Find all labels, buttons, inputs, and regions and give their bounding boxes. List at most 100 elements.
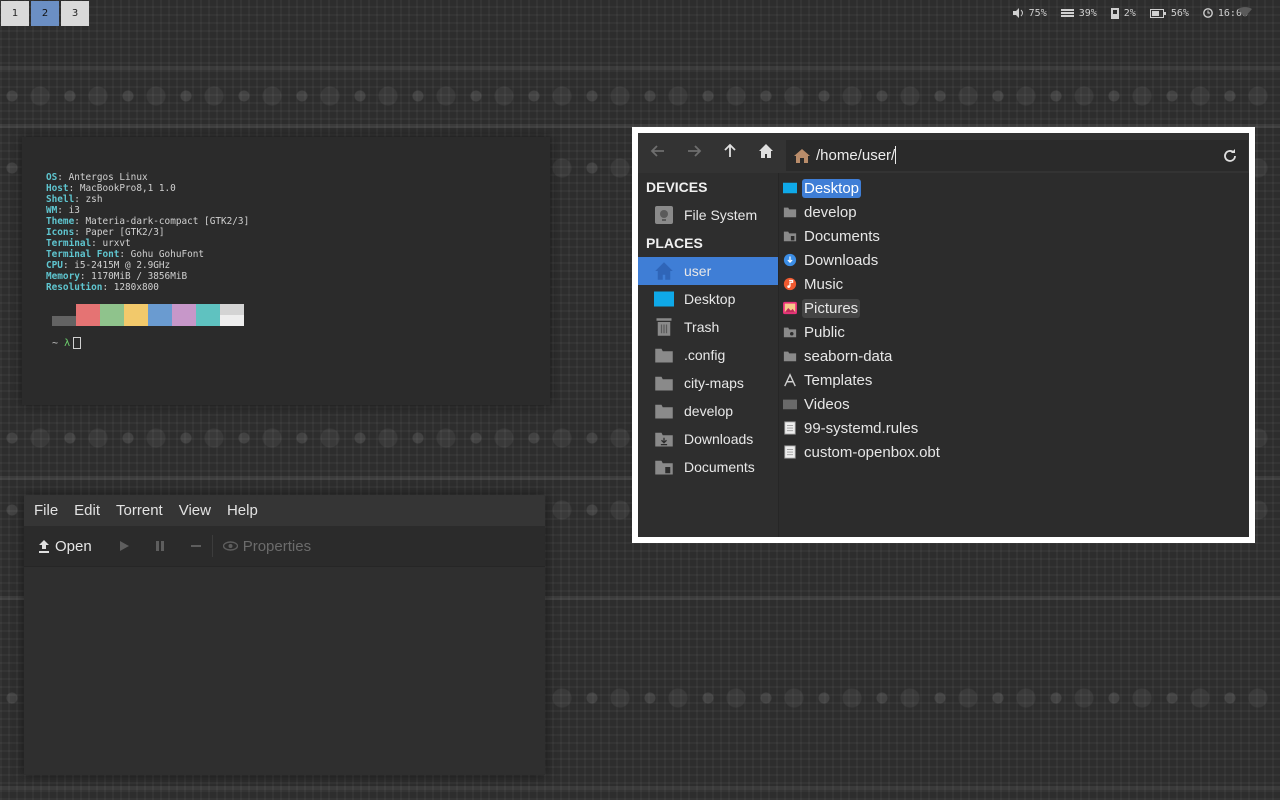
file-item[interactable]: seaborn-data [783,345,894,367]
info-key: Host [46,183,69,194]
file-item[interactable]: Documents [783,225,882,247]
sidebar-item-label: Desktop [684,291,736,307]
info-value: 1280x800 [113,282,159,293]
open-button[interactable]: Open [38,538,92,555]
wifi-icon[interactable] [1238,7,1252,17]
file-item[interactable]: Pictures [783,297,861,319]
folder-icon [654,373,676,393]
file-item[interactable]: Videos [783,393,852,415]
info-key: OS [46,172,58,183]
forward-button[interactable] [684,143,704,163]
up-arrow-icon [724,143,736,157]
videos-folder-icon [783,397,797,411]
sidebar-item-downloads[interactable]: Downloads [638,425,778,453]
folder-icon [654,345,676,365]
info-line: Host: MacBookPro8,1 1.0 [46,183,176,194]
file-name: custom-openbox.obt [804,443,940,461]
templates-icon [783,373,797,387]
file-item[interactable]: Downloads [783,249,880,271]
reload-icon[interactable] [1222,148,1238,164]
info-value: 1170MiB / 3856MiB [91,271,188,282]
home-folder-icon [794,149,810,163]
file-manager-content: /home/user/ DEVICES File System PLACES u… [638,133,1249,537]
file-item[interactable]: custom-openbox.obt [783,441,942,463]
menu-help[interactable]: Help [221,502,264,519]
menu-file[interactable]: File [28,502,64,519]
documents-folder-icon [783,229,797,243]
info-value: Materia-dark-compact [GTK2/3] [85,216,250,227]
prompt-tilde: ~ [52,338,59,349]
info-key: CPU [46,260,63,271]
up-button[interactable] [720,143,740,163]
forward-arrow-icon [688,145,702,157]
text-file-icon [783,445,797,459]
sidebar-item-file-system[interactable]: File System [638,201,778,229]
info-value: MacBookPro8,1 1.0 [79,183,176,194]
sidebar-item-documents[interactable]: Documents [638,453,778,481]
info-line: Icons: Paper [GTK2/3] [46,227,165,238]
info-key: Theme [46,216,75,227]
file-item[interactable]: develop [783,201,859,223]
color-swatch [220,304,244,326]
info-line: Terminal Font: Gohu GohuFont [46,249,205,260]
color-swatch [172,304,196,326]
info-value: urxvt [102,238,131,249]
file-item[interactable]: 99-systemd.rules [783,417,920,439]
battery-value: 56% [1170,7,1189,19]
pause-button[interactable] [154,540,166,552]
disk-indicator: 2% [1110,7,1136,19]
file-item[interactable]: Desktop [783,177,862,199]
info-value: i3 [68,205,80,216]
info-line: WM: i3 [46,205,80,216]
sidebar-item-user[interactable]: user [638,257,778,285]
file-name: Documents [804,227,880,245]
terminal-window[interactable]: OS: Antergos Linux Host: MacBookPro8,1 1.… [22,137,550,405]
downloads-folder-icon [654,429,676,449]
sidebar-item-trash[interactable]: Trash [638,313,778,341]
location-bar[interactable]: /home/user/ [786,140,1248,171]
battery-indicator: 56% [1149,7,1189,19]
sidebar-item-config[interactable]: .config [638,341,778,369]
disk-icon [1110,7,1119,19]
text-cursor [73,337,82,349]
info-line: Memory: 1170MiB / 3856MiB [46,271,188,282]
play-icon [119,541,129,551]
back-button[interactable] [648,143,668,163]
shell-prompt[interactable]: ~ λ [52,337,82,349]
menu-view[interactable]: View [173,502,217,519]
file-name: 99-systemd.rules [804,419,919,437]
folder-icon [783,349,797,363]
file-manager-header: /home/user/ [638,133,1249,173]
menu-edit[interactable]: Edit [68,502,106,519]
text-cursor [895,146,896,164]
info-value: Antergos Linux [68,172,148,183]
upload-icon [39,540,49,553]
status-bar: 1 2 3 75% 39% 2% 56% 16:08 [0,0,1280,26]
home-button[interactable] [756,143,776,163]
sidebar-item-desktop[interactable]: Desktop [638,285,778,313]
memory-indicator: 39% [1060,8,1097,19]
remove-button[interactable] [190,540,202,552]
info-value: i5-2415M @ 2.9GHz [74,260,171,271]
file-item[interactable]: Templates [783,369,874,391]
music-icon [783,277,797,291]
workspace-2-button[interactable]: 2 [31,1,59,26]
torrent-window: File Edit Torrent View Help Open Propert… [24,495,545,775]
volume-indicator: 75% [1012,8,1047,19]
sidebar-item-city-maps[interactable]: city-maps [638,369,778,397]
info-line: Shell: zsh [46,194,103,205]
file-item[interactable]: Public [783,321,847,343]
file-manager-window: /home/user/ DEVICES File System PLACES u… [632,127,1255,543]
workspace-1-button[interactable]: 1 [1,1,29,26]
pause-icon [155,541,164,551]
sidebar-item-develop[interactable]: develop [638,397,778,425]
file-item[interactable]: Music [783,273,845,295]
places-heading: PLACES [646,235,703,251]
desktop-icon [654,289,676,309]
properties-button[interactable]: Properties [222,538,311,555]
start-button[interactable] [118,540,130,552]
workspace-3-button[interactable]: 3 [61,1,89,26]
menu-torrent[interactable]: Torrent [110,502,169,519]
wallpaper-stripe [0,66,1280,70]
file-name: Desktop [802,178,862,198]
